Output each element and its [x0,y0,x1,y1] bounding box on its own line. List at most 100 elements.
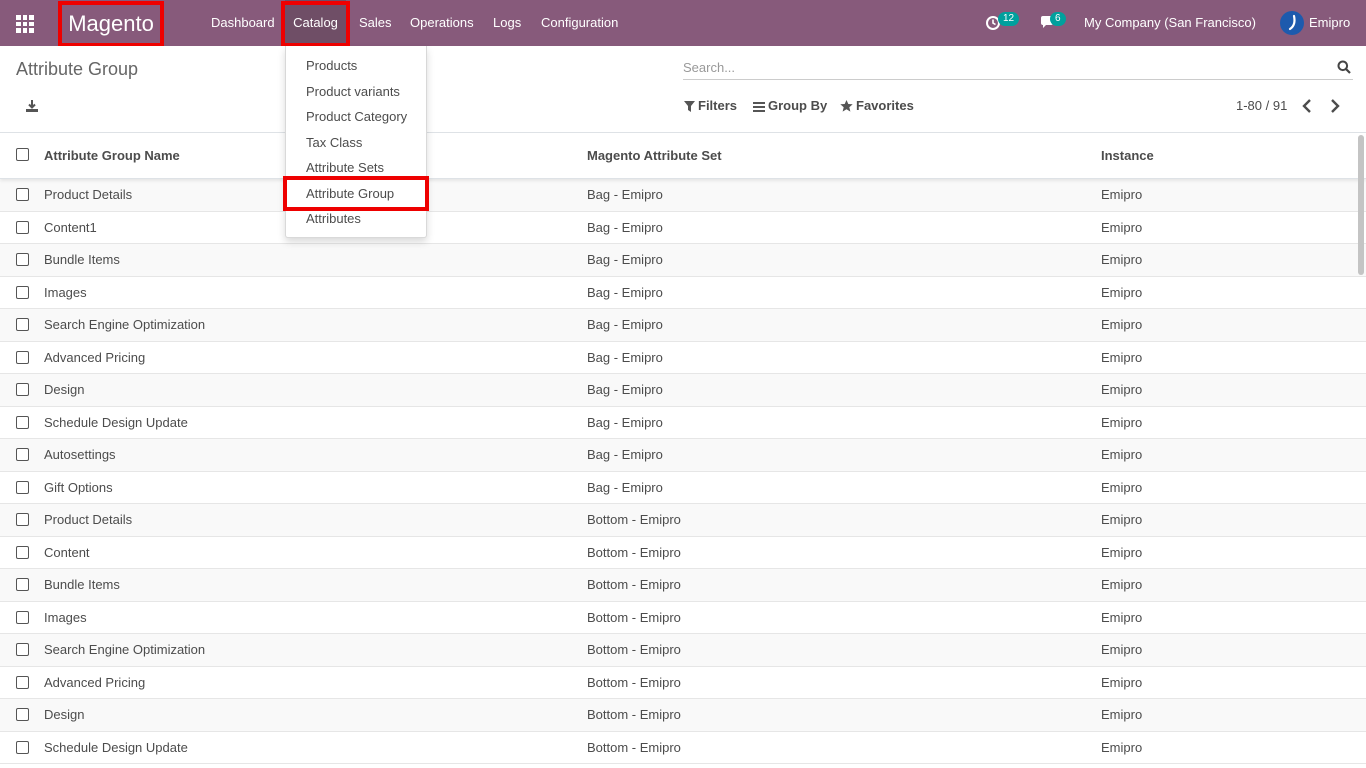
table-row[interactable]: Schedule Design Update Bag - Emipro Emipro [0,407,1366,439]
cell-group-name: Schedule Design Update [44,414,188,430]
cell-attribute-set: Bottom - Emipro [587,577,681,592]
row-checkbox[interactable] [16,318,29,331]
row-checkbox[interactable] [16,188,29,201]
cell-group-name: Advanced Pricing [44,674,146,690]
table-row[interactable]: Content Bottom - Emipro Emipro [0,537,1366,569]
table-row[interactable]: Bundle Items Bag - Emipro Emipro [0,244,1366,277]
menu-item-attribute-group[interactable]: Attribute Group [286,181,426,206]
pager-value[interactable]: 1-80 / 91 [1236,96,1287,116]
nav-dashboard[interactable]: Dashboard [211,0,275,46]
row-checkbox[interactable] [16,350,29,364]
row-checkbox[interactable] [16,578,29,591]
table-row[interactable]: Bundle Items Bottom - Emipro Emipro [0,569,1366,602]
apps-menu-icon[interactable] [15,14,35,34]
table-row[interactable]: Schedule Design Update Bottom - Emipro Emi… [0,732,1366,764]
menu-item-products[interactable]: Products [286,53,426,78]
nav-sales[interactable]: Sales [359,0,392,46]
search-input[interactable] [683,56,1323,78]
cell-attribute-set: Bag - Emipro [587,219,663,235]
cell-attribute-set: Bag - Emipro [587,414,663,430]
row-checkbox[interactable] [16,220,29,234]
favorites-button[interactable]: Favorites [840,96,914,116]
column-header-name[interactable]: Attribute Group Name [44,133,180,179]
cell-attribute-set: Bag - Emipro [587,252,663,267]
download-icon[interactable] [24,98,40,114]
row-checkbox[interactable] [16,610,29,624]
vertical-scrollbar[interactable] [1358,135,1364,275]
top-navbar: Magento Dashboard Catalog Sales Operatio… [0,0,1366,47]
pager-previous-icon[interactable] [1300,98,1314,114]
catalog-dropdown-menu: Products Product variants Product Category… [285,46,427,238]
table-row[interactable]: Search Engine Optimization Bag - Emipro Em… [0,309,1366,342]
search-icon[interactable] [1337,60,1351,74]
company-switcher[interactable]: My Company (San Francisco) [1084,0,1256,46]
user-avatar[interactable] [1280,11,1304,35]
column-header-attribute-set[interactable]: Magento Attribute Set [587,133,722,179]
row-checkbox[interactable] [16,545,29,559]
cell-group-name: Autosettings [44,447,116,462]
row-checkbox[interactable] [16,675,29,689]
row-checkbox[interactable] [16,480,29,494]
filters-button[interactable]: Filters [684,96,737,116]
app-brand[interactable]: Magento [58,1,164,47]
table-row[interactable]: Product Details Bottom - Emipro Emipro [0,504,1366,537]
menu-item-attributes[interactable]: Attributes [286,206,426,231]
table-row[interactable]: Content1 Bag - Emipro Emipro [0,212,1366,244]
row-checkbox[interactable] [16,415,29,429]
menu-item-attribute-sets[interactable]: Attribute Sets [286,155,426,180]
row-checkbox[interactable] [16,253,29,266]
nav-catalog[interactable]: Catalog [285,0,346,46]
table-row[interactable]: Images Bag - Emipro Emipro [0,277,1366,309]
nav-operations[interactable]: Operations [410,0,474,46]
table-header: Attribute Group Name Magento Attribute S… [0,133,1366,179]
cell-instance: Emipro [1101,349,1143,365]
cell-attribute-set: Bag - Emipro [587,317,663,332]
cell-group-name: Search Engine Optimization [44,642,206,657]
message-count-badge: 6 [1050,12,1066,26]
cell-attribute-set: Bottom - Emipro [587,642,681,657]
column-header-instance[interactable]: Instance [1101,133,1154,179]
control-panel: Attribute Group Filters Group By Favorit… [0,46,1366,133]
cell-group-name: Product Details [44,187,133,202]
cell-instance: Emipro [1101,739,1143,755]
cell-instance: Emipro [1101,447,1143,462]
row-checkbox[interactable] [16,740,29,754]
select-all-checkbox[interactable] [16,148,29,161]
menu-item-tax-class[interactable]: Tax Class [286,130,426,155]
nav-logs[interactable]: Logs [493,0,521,46]
table-row[interactable]: Autosettings Bag - Emipro Emipro [0,439,1366,472]
table-row[interactable]: Product Details Bag - Emipro Emipro [0,179,1366,212]
row-checkbox[interactable] [16,448,29,461]
table-row[interactable]: Images Bottom - Emipro Emipro [0,602,1366,634]
cell-attribute-set: Bottom - Emipro [587,544,681,560]
cell-attribute-set: Bag - Emipro [587,382,663,397]
page-title: Attribute Group [16,59,139,79]
nav-configuration[interactable]: Configuration [541,0,618,46]
cell-instance: Emipro [1101,609,1143,625]
menu-item-product-category[interactable]: Product Category [286,104,426,129]
row-checkbox[interactable] [16,285,29,299]
cell-instance: Emipro [1101,252,1143,267]
table-row[interactable]: Gift Options Bag - Emipro Emipro [0,472,1366,504]
row-checkbox[interactable] [16,383,29,396]
table-row[interactable]: Advanced Pricing Bottom - Emipro Emipro [0,667,1366,699]
group-by-button[interactable]: Group By [753,96,827,116]
table-row[interactable]: Design Bag - Emipro Emipro [0,374,1366,407]
cell-attribute-set: Bag - Emipro [587,349,663,365]
menu-item-product-variants[interactable]: Product variants [286,79,426,104]
cell-group-name: Content [44,544,90,560]
cell-group-name: Images [44,609,87,625]
avatar-logo-icon [1288,14,1296,31]
pager-next-icon[interactable] [1328,98,1342,114]
row-checkbox[interactable] [16,643,29,656]
search-bar [683,56,1353,80]
row-checkbox[interactable] [16,708,29,721]
table-row[interactable]: Search Engine Optimization Bottom - Emipr… [0,634,1366,667]
cell-instance: Emipro [1101,479,1143,495]
row-checkbox[interactable] [16,513,29,526]
group-by-label: Group By [768,98,828,113]
cell-instance: Emipro [1101,382,1143,397]
table-row[interactable]: Design Bottom - Emipro Emipro [0,699,1366,732]
table-row[interactable]: Advanced Pricing Bag - Emipro Emipro [0,342,1366,374]
user-menu[interactable]: Emipro [1309,0,1350,46]
